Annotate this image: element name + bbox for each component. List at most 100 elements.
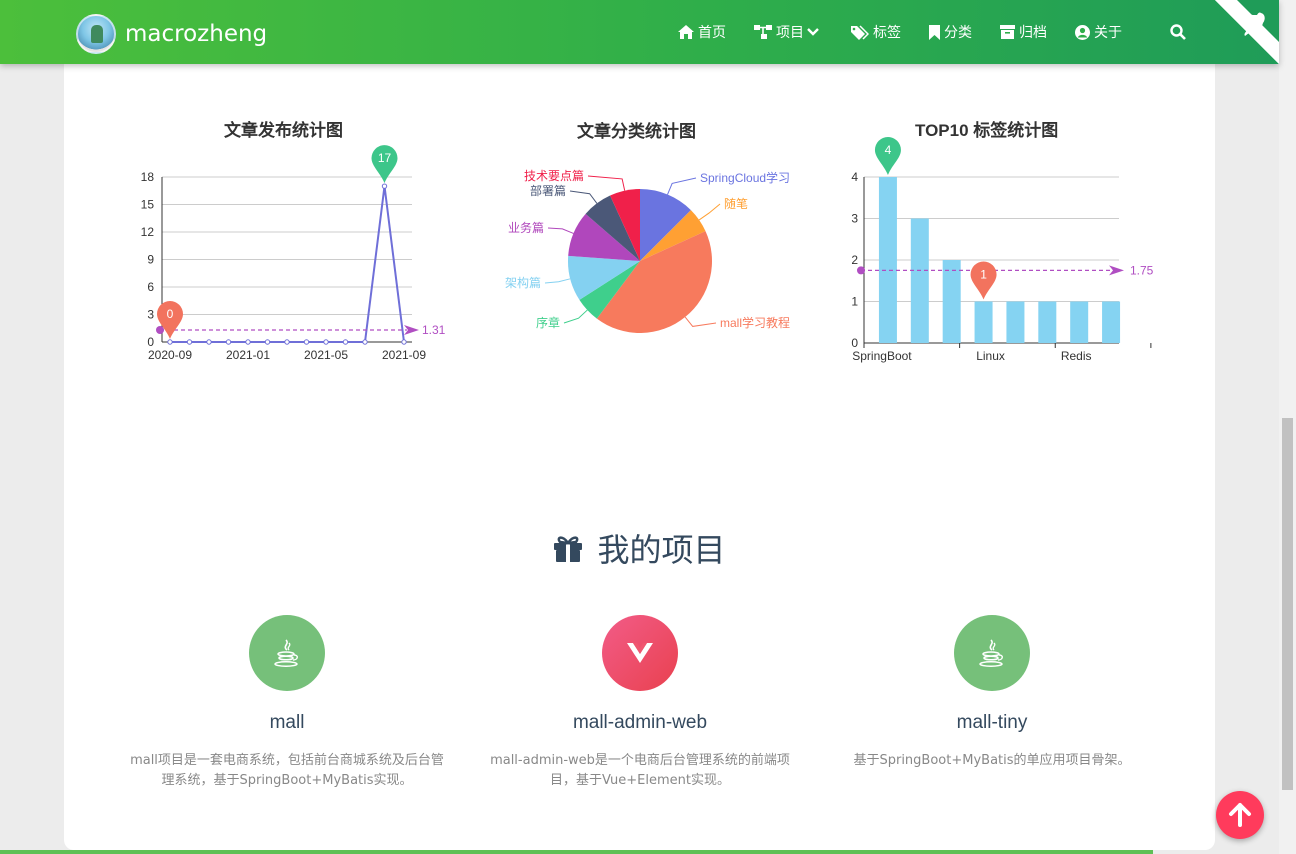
pie-label-line <box>698 203 721 221</box>
bar <box>1006 301 1025 343</box>
x-tick-label: 2020-09 <box>148 348 192 362</box>
data-point <box>303 339 310 345</box>
y-tick-label: 3 <box>851 212 858 226</box>
avatar[interactable] <box>76 14 116 54</box>
pie-label-line <box>569 190 598 204</box>
x-tick-label: 2021-05 <box>304 348 348 362</box>
min-markpoint-label: 0 <box>167 307 174 321</box>
data-point <box>323 339 329 345</box>
nav-item-tags[interactable]: 标签 <box>851 22 901 42</box>
pie-label: 架构篇 <box>505 275 541 290</box>
project-name[interactable]: mall <box>117 712 457 734</box>
data-point <box>362 339 368 345</box>
pie-label-line <box>684 316 717 327</box>
project-card-mall-admin-web[interactable]: mall-admin-web mall-admin-web是一个电商后台管理系统… <box>470 615 810 791</box>
pie-chart: SpringCloud学习随笔 mall学习教程 序章 架构篇 业务篇 部署篇技术要点篇 <box>505 168 790 333</box>
chevron-down-icon <box>807 28 819 36</box>
data-point <box>245 339 251 345</box>
data-point <box>401 339 407 345</box>
search-button[interactable] <box>1170 24 1186 44</box>
nav-item-archives[interactable]: 归档 <box>1000 22 1047 42</box>
data-point <box>284 339 290 345</box>
brand[interactable]: macrozheng <box>76 14 267 54</box>
bar <box>1038 301 1057 343</box>
nav-item-home[interactable]: 首页 <box>678 22 726 42</box>
average-label: 1.31 <box>422 323 446 337</box>
nav-label: 标签 <box>873 25 901 41</box>
y-tick-label: 3 <box>147 308 154 322</box>
min-markpoint-label: 1 <box>980 268 987 282</box>
data-point <box>381 183 388 189</box>
main-card: 文章发布统计图 0 3 6 9 12 15 18 2020-09 2021-01 2021-05 2… <box>64 40 1215 850</box>
pie-label-line <box>563 309 588 324</box>
project-desc: mall-admin-web是一个电商后台管理系统的前端项目，基于Vue+Ele… <box>490 753 790 788</box>
nav-item-about[interactable]: 关于 <box>1075 22 1122 42</box>
y-tick-label: 0 <box>147 335 154 349</box>
top-navbar: macrozheng 首页 项目 标签 分类 归档 关于 <box>0 0 1279 64</box>
line-chart-title: 文章发布统计图 <box>224 121 343 140</box>
y-tick-label: 4 <box>851 170 858 184</box>
projects-title: 我的项目 <box>597 531 726 569</box>
pie-label: 随笔 <box>724 196 748 211</box>
java-icon[interactable] <box>249 615 325 691</box>
user-circle-icon <box>1075 24 1090 40</box>
data-point <box>167 339 173 345</box>
arrow-up-icon <box>1229 803 1251 827</box>
search-icon <box>1170 24 1186 40</box>
y-tick-label: 9 <box>147 253 154 267</box>
github-corner-icon[interactable] <box>1215 0 1279 64</box>
y-tick-label: 15 <box>141 198 155 212</box>
nav-label: 项目 <box>776 25 804 41</box>
y-tick-label: 6 <box>147 280 154 294</box>
nav-menu: 首页 项目 标签 分类 归档 关于 <box>678 0 1150 64</box>
bar <box>942 260 961 343</box>
vue-icon[interactable] <box>602 615 678 691</box>
x-tick-label: SpringBoot <box>852 349 912 363</box>
y-tick-label: 18 <box>141 170 155 184</box>
scrollbar-thumb[interactable] <box>1282 418 1293 790</box>
pie-label-line <box>587 175 626 191</box>
brand-name[interactable]: macrozheng <box>125 21 267 47</box>
nav-label: 分类 <box>944 25 972 41</box>
average-line-arrow <box>1109 265 1124 276</box>
nav-label: 关于 <box>1094 25 1122 41</box>
pie-label: 技术要点篇 <box>524 168 584 183</box>
back-to-top-button[interactable] <box>1216 791 1264 839</box>
nav-label: 归档 <box>1019 25 1047 41</box>
project-card-mall[interactable]: mall mall项目是一套电商系统，包括前台商城系统及后台管理系统，基于Spr… <box>117 615 457 791</box>
data-point <box>225 339 232 345</box>
java-icon[interactable] <box>954 615 1030 691</box>
pie-label: mall学习教程 <box>720 315 790 330</box>
pie-label: 业务篇 <box>508 220 544 235</box>
y-tick-label: 12 <box>141 225 155 239</box>
project-name[interactable]: mall-tiny <box>822 712 1162 734</box>
y-tick-label: 0 <box>851 336 858 350</box>
reading-progress-bar <box>0 850 1153 854</box>
y-tick-label: 1 <box>851 295 858 309</box>
x-tick-label: Redis <box>1061 349 1092 363</box>
project-card-mall-tiny[interactable]: mall-tiny 基于SpringBoot+MyBatis的单应用项目骨架。 <box>822 615 1162 771</box>
max-markpoint-label: 4 <box>885 143 892 157</box>
line-chart: 03691215182020-09 2021-01 2021-05 2021-091.… <box>141 145 446 362</box>
max-markpoint: 4 <box>874 137 901 175</box>
bar-chart-title: TOP10 标签统计图 <box>915 121 1059 140</box>
data-point <box>186 339 193 345</box>
bar <box>1102 301 1121 343</box>
bookmark-icon <box>929 24 940 40</box>
max-markpoint-label: 17 <box>378 151 392 165</box>
nav-item-projects[interactable]: 项目 <box>754 22 823 42</box>
series-line <box>170 186 405 343</box>
pie-label-line <box>547 227 574 234</box>
min-markpoint: 1 <box>970 261 997 300</box>
data-point <box>342 339 349 345</box>
project-name[interactable]: mall-admin-web <box>470 712 810 734</box>
x-tick-label: Linux <box>976 349 1005 363</box>
pie-chart-title: 文章分类统计图 <box>577 122 696 141</box>
bar <box>974 301 993 343</box>
nav-item-categories[interactable]: 分类 <box>929 22 972 42</box>
pie-label: SpringCloud学习 <box>700 170 790 185</box>
average-line-start <box>156 325 164 334</box>
pie-label-line <box>667 177 697 195</box>
bar <box>910 218 929 343</box>
tags-icon <box>851 24 869 40</box>
